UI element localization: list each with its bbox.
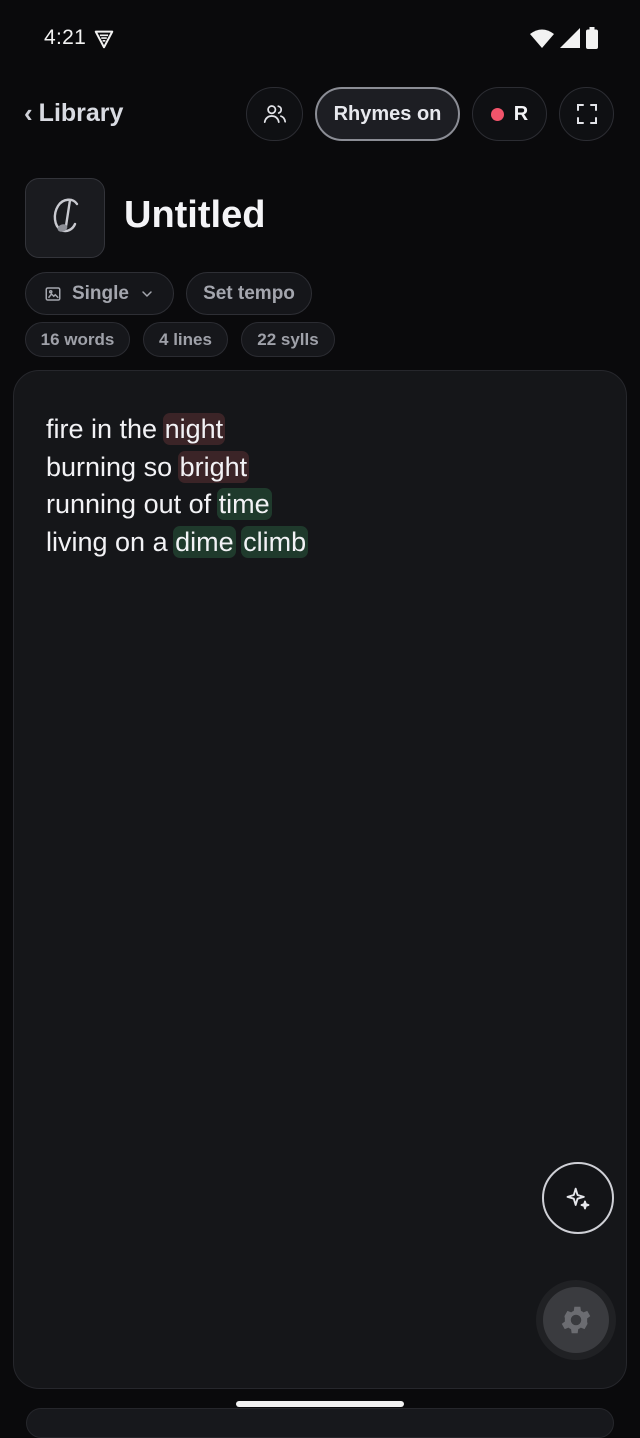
syllable-count-badge: 22 sylls: [241, 322, 335, 357]
sparkle-icon: [566, 1187, 590, 1210]
app-logo: [25, 178, 105, 258]
chevron-left-icon: ‹: [24, 98, 33, 128]
vpn-shield-icon: [94, 30, 114, 49]
back-to-library-link[interactable]: ‹ Library: [24, 98, 123, 129]
gear-icon: [561, 1306, 591, 1334]
home-indicator[interactable]: [236, 1401, 404, 1407]
ai-assist-button[interactable]: [542, 1162, 614, 1234]
bottom-panel[interactable]: [26, 1408, 614, 1438]
lyric-text: burning so: [46, 451, 180, 482]
settings-button-inner: [543, 1287, 609, 1353]
rhymes-toggle-button[interactable]: Rhymes on: [315, 87, 460, 141]
music-note-logo-icon: [53, 198, 79, 233]
lyric-line[interactable]: burning so bright: [46, 449, 308, 487]
mode-label: Single: [71, 282, 129, 304]
lyric-line[interactable]: running out of time: [46, 486, 308, 524]
word-count-badge: 16 words: [25, 322, 130, 357]
wifi-icon: [530, 29, 554, 48]
status-bar: 4:21: [0, 0, 640, 78]
rhyme-highlight[interactable]: dime: [173, 525, 236, 558]
record-dot-icon: [490, 107, 504, 121]
record-label: R: [513, 102, 529, 125]
image-icon: [45, 286, 61, 301]
chevron-down-icon: [142, 290, 152, 297]
lyrics-text[interactable]: fire in the night burning so bright runn…: [46, 411, 309, 562]
settings-button[interactable]: [536, 1280, 616, 1360]
lyric-text: living on a: [46, 526, 176, 557]
status-indicators: [530, 27, 598, 49]
rhyme-highlight[interactable]: climb: [241, 525, 309, 558]
set-tempo-button[interactable]: Set tempo: [186, 272, 312, 315]
lyric-line[interactable]: fire in the night: [46, 411, 308, 449]
signal-icon: [560, 28, 580, 48]
record-button[interactable]: R: [472, 87, 547, 141]
lyrics-editor[interactable]: fire in the night burning so bright runn…: [13, 370, 627, 1389]
back-label: Library: [38, 99, 124, 127]
fullscreen-icon: [576, 104, 597, 124]
rhyme-highlight[interactable]: bright: [177, 450, 250, 483]
line-count-badge: 4 lines: [143, 322, 228, 357]
status-time: 4:21: [44, 26, 87, 49]
lyric-text: running out of: [46, 489, 219, 519]
document-title[interactable]: Untitled: [124, 194, 265, 237]
lyric-line[interactable]: living on a dime climb: [46, 524, 309, 562]
lyric-text: fire in the: [46, 414, 165, 444]
fullscreen-button[interactable]: [559, 87, 614, 141]
rhyme-highlight[interactable]: time: [216, 488, 272, 520]
people-icon: [263, 105, 286, 123]
collaborators-button[interactable]: [246, 87, 303, 141]
battery-icon: [586, 27, 598, 49]
mode-dropdown[interactable]: Single: [25, 272, 174, 315]
rhyme-highlight[interactable]: night: [162, 413, 226, 445]
